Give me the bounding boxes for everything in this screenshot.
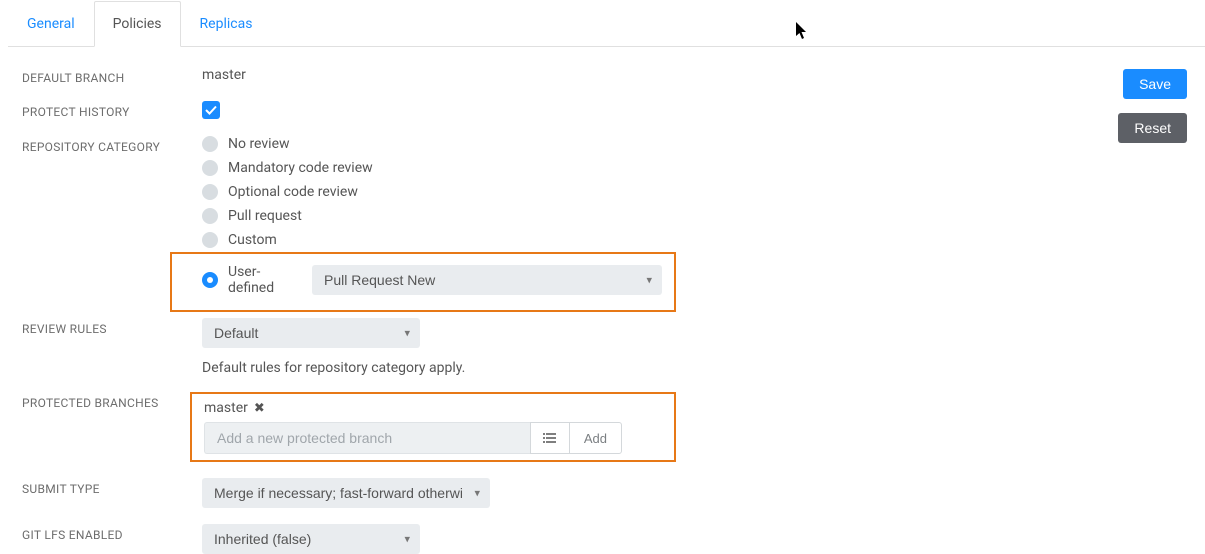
radio-label: Pull request xyxy=(228,208,302,224)
row-protect-history: Protect History xyxy=(22,101,1107,120)
reset-button[interactable]: Reset xyxy=(1118,113,1187,143)
label-submit-type: Submit Type xyxy=(22,478,202,496)
branch-tag: master ✖ xyxy=(204,400,265,416)
radio-label: User-defined xyxy=(228,264,296,296)
row-submit-type: Submit Type Merge if necessary; fast-for… xyxy=(22,478,1107,508)
add-branch-button[interactable]: Add xyxy=(569,422,622,454)
radio-mandatory[interactable]: Mandatory code review xyxy=(202,160,1107,176)
radio-icon xyxy=(202,136,218,152)
select-user-defined[interactable]: Pull Request New xyxy=(312,265,662,295)
value-default-branch: master xyxy=(202,67,1107,83)
add-branch-input[interactable] xyxy=(204,422,530,454)
radio-icon-selected xyxy=(202,272,218,288)
tab-policies[interactable]: Policies xyxy=(94,1,181,47)
label-protect-history: Protect History xyxy=(22,101,202,119)
label-git-lfs: Git LFS Enabled xyxy=(22,524,202,542)
checkbox-protect-history[interactable] xyxy=(202,101,220,119)
radio-icon xyxy=(202,232,218,248)
radio-icon xyxy=(202,208,218,224)
row-repository-category: Repository Category No review Mandatory … xyxy=(22,136,1107,312)
row-git-lfs: Git LFS Enabled Inherited (false) xyxy=(22,524,1107,554)
label-review-rules: Review Rules xyxy=(22,318,202,336)
hint-review-rules: Default rules for repository category ap… xyxy=(202,360,1107,376)
tabs-bar: General Policies Replicas xyxy=(8,0,1205,47)
list-button[interactable] xyxy=(530,422,569,454)
radio-icon xyxy=(202,160,218,176)
remove-branch-icon[interactable]: ✖ xyxy=(254,401,265,416)
radio-label: Custom xyxy=(228,232,277,248)
radio-pull-request[interactable]: Pull request xyxy=(202,208,1107,224)
branch-tag-name: master xyxy=(204,400,248,416)
save-button[interactable]: Save xyxy=(1123,69,1187,99)
radio-no-review[interactable]: No review xyxy=(202,136,1107,152)
row-protected-branches: Protected Branches master ✖ Add xyxy=(22,392,1107,462)
radio-icon xyxy=(202,184,218,200)
select-review-rules[interactable]: Default xyxy=(202,318,420,348)
radio-optional[interactable]: Optional code review xyxy=(202,184,1107,200)
radio-label: Optional code review xyxy=(228,184,358,200)
highlight-user-defined: User-defined Pull Request New xyxy=(170,252,676,312)
add-branch-input-group: Add xyxy=(204,422,622,454)
label-repository-category: Repository Category xyxy=(22,136,202,154)
highlight-protected-branches: master ✖ Add xyxy=(190,392,676,462)
radio-user-defined[interactable]: User-defined Pull Request New xyxy=(202,264,662,296)
radio-label: No review xyxy=(228,136,290,152)
label-protected-branches: Protected Branches xyxy=(22,392,202,410)
select-git-lfs[interactable]: Inherited (false) xyxy=(202,524,420,554)
select-submit-type[interactable]: Merge if necessary; fast-forward otherwi… xyxy=(202,478,490,508)
list-icon xyxy=(543,431,557,445)
tab-replicas[interactable]: Replicas xyxy=(181,1,272,47)
label-default-branch: Default Branch xyxy=(22,67,202,85)
radio-label: Mandatory code review xyxy=(228,160,373,176)
row-review-rules: Review Rules Default Default rules for r… xyxy=(22,318,1107,376)
row-default-branch: Default Branch master xyxy=(22,67,1107,85)
radio-custom[interactable]: Custom xyxy=(202,232,1107,248)
tab-general[interactable]: General xyxy=(8,1,94,47)
